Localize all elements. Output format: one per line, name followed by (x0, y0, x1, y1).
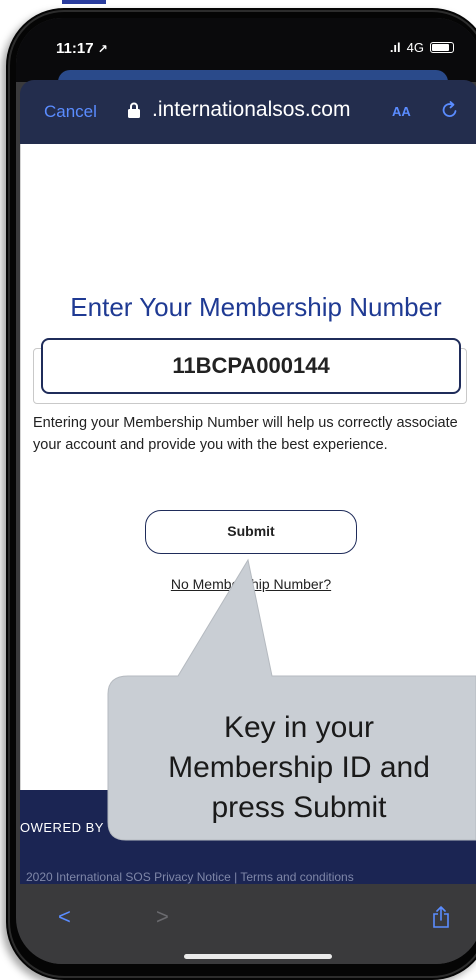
share-icon[interactable] (432, 906, 450, 928)
callout-line-1: Key in your (223, 711, 375, 744)
page-title: Enter Your Membership Number (70, 292, 442, 322)
powered-by-label: OWERED BY (20, 820, 104, 835)
battery-icon (430, 42, 454, 53)
callout-line-3: press Submit (211, 791, 387, 824)
text-size-button[interactable]: AA (392, 104, 411, 119)
signal-icon: .ıl (389, 40, 401, 55)
membership-number-input[interactable]: 11BCPA000144 (41, 338, 461, 394)
url-domain: internationalsos.com (157, 98, 351, 121)
url-text[interactable]: .internationalsos.com (152, 98, 350, 122)
forward-button[interactable]: > (156, 904, 169, 930)
network-label: 4G (406, 40, 424, 55)
no-membership-link[interactable]: No Membership Number? (121, 576, 381, 592)
lock-icon (128, 102, 140, 118)
accent-bar (62, 0, 106, 4)
submit-button[interactable]: Submit (145, 510, 357, 554)
reload-icon[interactable] (440, 100, 460, 120)
back-button[interactable]: < (58, 904, 71, 930)
status-indicators: .ıl 4G (390, 40, 454, 55)
callout-text: Key in your Membership ID and press Subm… (118, 708, 476, 828)
cancel-button[interactable]: Cancel (44, 102, 97, 122)
web-content: Enter Your Membership Number 11BCPA00014… (20, 144, 476, 790)
status-time: 11:17 ↗ (56, 40, 108, 57)
location-icon: ↗ (97, 42, 108, 56)
callout-line-2: Membership ID and (168, 751, 430, 784)
browser-toolbar: < > (20, 884, 476, 964)
phone-frame: 11:17 ↗ .ıl 4G Cancel .internationalsos.… (6, 8, 476, 980)
home-indicator (184, 954, 332, 959)
membership-description: Entering your Membership Number will hel… (33, 415, 458, 453)
browser-address-bar: Cancel .internationalsos.com AA (20, 80, 476, 144)
